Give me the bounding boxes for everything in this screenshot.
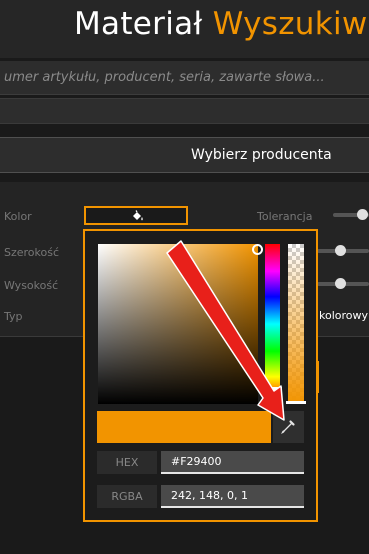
eyedropper-icon bbox=[281, 420, 295, 434]
width-slider-knob[interactable] bbox=[335, 245, 346, 256]
eyedropper-button[interactable] bbox=[273, 411, 304, 443]
hue-slider[interactable] bbox=[263, 244, 282, 404]
empty-filter-bar[interactable] bbox=[0, 98, 369, 124]
saturation-value-area[interactable] bbox=[98, 244, 263, 404]
rgba-label: RGBA bbox=[97, 485, 157, 508]
alpha-slider-handle[interactable] bbox=[286, 401, 306, 404]
type-label: Typ bbox=[4, 310, 23, 323]
color-picker-popup: HEX #F29400 RGBA 242, 148, 0, 1 bbox=[83, 229, 318, 522]
width-label: Szerokość bbox=[4, 246, 60, 259]
saturation-value-cursor[interactable] bbox=[252, 244, 263, 255]
manufacturer-select-label: Wybierz producenta bbox=[191, 147, 332, 163]
height-slider-knob[interactable] bbox=[335, 278, 346, 289]
color-label: Kolor bbox=[4, 210, 32, 223]
color-picker-button[interactable] bbox=[84, 206, 188, 225]
height-label: Wysokość bbox=[4, 279, 59, 292]
tolerance-slider-knob[interactable] bbox=[357, 209, 368, 220]
alpha-slider[interactable] bbox=[286, 244, 306, 404]
tolerance-label: Tolerancja bbox=[257, 210, 313, 223]
hue-slider-handle[interactable] bbox=[263, 387, 282, 390]
hex-input[interactable]: #F29400 bbox=[161, 451, 304, 474]
header: Materiał Wyszukiw bbox=[0, 0, 369, 58]
type-value[interactable]: kolorowy bbox=[319, 309, 368, 322]
search-input[interactable]: umer artykułu, producent, seria, zawarte… bbox=[0, 61, 369, 95]
rgba-input[interactable]: 242, 148, 0, 1 bbox=[161, 485, 304, 508]
manufacturer-select[interactable]: Wybierz producenta bbox=[0, 137, 369, 173]
page-title-part2: Wyszukiw bbox=[212, 6, 368, 42]
paint-bucket-icon bbox=[133, 210, 143, 221]
hex-label: HEX bbox=[97, 451, 157, 474]
page-title-part1: Materiał bbox=[74, 6, 203, 42]
search-placeholder: umer artykułu, producent, seria, zawarte… bbox=[4, 70, 325, 85]
page-title: Materiał Wyszukiw bbox=[74, 6, 368, 42]
color-preview-swatch bbox=[97, 411, 271, 443]
